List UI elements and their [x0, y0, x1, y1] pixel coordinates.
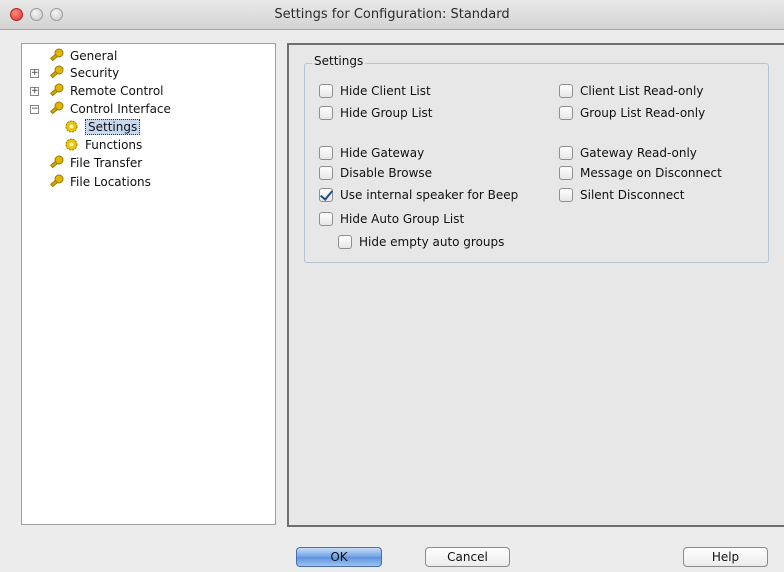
- checkbox-client-list-read-only[interactable]: Client List Read-only: [559, 82, 703, 100]
- tree-item-label: Remote Control: [70, 83, 164, 98]
- checkbox-silent-disconnect[interactable]: Silent Disconnect: [559, 186, 684, 204]
- checkbox-label: Hide Gateway: [340, 146, 425, 160]
- checkbox-box[interactable]: [319, 106, 333, 120]
- tree-item-general[interactable]: General: [49, 47, 117, 64]
- tree-item-file-locations[interactable]: File Locations: [49, 173, 151, 190]
- tree-item-label: General: [70, 48, 118, 63]
- checkbox-box[interactable]: [338, 235, 352, 249]
- wrench-icon: [49, 83, 64, 98]
- tree-item-label: File Transfer: [70, 155, 143, 170]
- wrench-icon: [49, 48, 64, 63]
- cancel-button[interactable]: Cancel: [425, 547, 510, 567]
- collapse-toggle-control-interface[interactable]: −: [30, 105, 39, 114]
- checkbox-label: Gateway Read-only: [580, 146, 697, 160]
- tree-item-remote-control[interactable]: Remote Control: [49, 82, 164, 99]
- tree-item-label: Security: [70, 65, 120, 80]
- checkbox-box[interactable]: [319, 84, 333, 98]
- checkbox-box[interactable]: [319, 188, 333, 202]
- wrench-icon: [49, 65, 64, 80]
- tree-item-control-interface[interactable]: Control Interface: [49, 100, 171, 117]
- wrench-icon: [49, 155, 64, 170]
- checkbox-box[interactable]: [319, 146, 333, 160]
- checkbox-box[interactable]: [559, 84, 573, 98]
- settings-group-title: Settings: [312, 54, 366, 68]
- tree-item-label: Functions: [85, 137, 143, 152]
- ok-button[interactable]: OK: [296, 547, 382, 567]
- checkbox-box[interactable]: [559, 188, 573, 202]
- checkbox-label: Disable Browse: [340, 166, 433, 180]
- expand-toggle-remote-control[interactable]: +: [30, 87, 39, 96]
- checkbox-label: Silent Disconnect: [580, 188, 685, 202]
- checkbox-label: Use internal speaker for Beep: [340, 188, 519, 202]
- checkbox-hide-client-list[interactable]: Hide Client List: [319, 82, 431, 100]
- checkbox-hide-empty-auto-groups[interactable]: Hide empty auto groups: [338, 233, 504, 251]
- checkbox-label: Group List Read-only: [580, 106, 706, 120]
- checkbox-box[interactable]: [319, 166, 333, 180]
- checkbox-disable-browse[interactable]: Disable Browse: [319, 164, 432, 182]
- tree-item-label: Settings: [85, 118, 141, 135]
- checkbox-label: Hide Auto Group List: [340, 212, 465, 226]
- checkbox-label: Hide Client List: [340, 84, 431, 98]
- checkbox-label: Client List Read-only: [580, 84, 704, 98]
- tree-item-functions[interactable]: Functions: [64, 136, 142, 153]
- checkbox-label: Message on Disconnect: [580, 166, 722, 180]
- checkbox-box[interactable]: [559, 106, 573, 120]
- tree-item-security[interactable]: Security: [49, 64, 119, 81]
- tree-item-settings[interactable]: Settings: [64, 118, 141, 135]
- title-bar: Settings for Configuration: Standard: [0, 0, 784, 30]
- expand-toggle-security[interactable]: +: [30, 69, 39, 78]
- checkbox-box[interactable]: [319, 212, 333, 226]
- window-title: Settings for Configuration: Standard: [274, 7, 510, 22]
- checkbox-label: Hide empty auto groups: [359, 235, 505, 249]
- tree-item-label: Control Interface: [70, 101, 171, 116]
- checkbox-box[interactable]: [559, 166, 573, 180]
- checkbox-use-internal-speaker[interactable]: Use internal speaker for Beep: [319, 186, 518, 204]
- gear-icon: [64, 137, 79, 152]
- help-button[interactable]: Help: [683, 547, 768, 567]
- checkbox-hide-auto-group-list[interactable]: Hide Auto Group List: [319, 210, 464, 228]
- tree-item-label: File Locations: [70, 174, 151, 189]
- tree-item-file-transfer[interactable]: File Transfer: [49, 154, 142, 171]
- gear-icon: [64, 119, 79, 134]
- checkbox-hide-group-list[interactable]: Hide Group List: [319, 104, 433, 122]
- checkbox-box[interactable]: [559, 146, 573, 160]
- checkbox-gateway-read-only[interactable]: Gateway Read-only: [559, 144, 697, 162]
- checkbox-label: Hide Group List: [340, 106, 433, 120]
- checkbox-hide-gateway[interactable]: Hide Gateway: [319, 144, 424, 162]
- wrench-icon: [49, 174, 64, 189]
- checkbox-group-list-read-only[interactable]: Group List Read-only: [559, 104, 705, 122]
- checkbox-message-on-disconnect[interactable]: Message on Disconnect: [559, 164, 722, 182]
- wrench-icon: [49, 101, 64, 116]
- category-tree: General + Security + Remote Control − Co…: [21, 43, 276, 525]
